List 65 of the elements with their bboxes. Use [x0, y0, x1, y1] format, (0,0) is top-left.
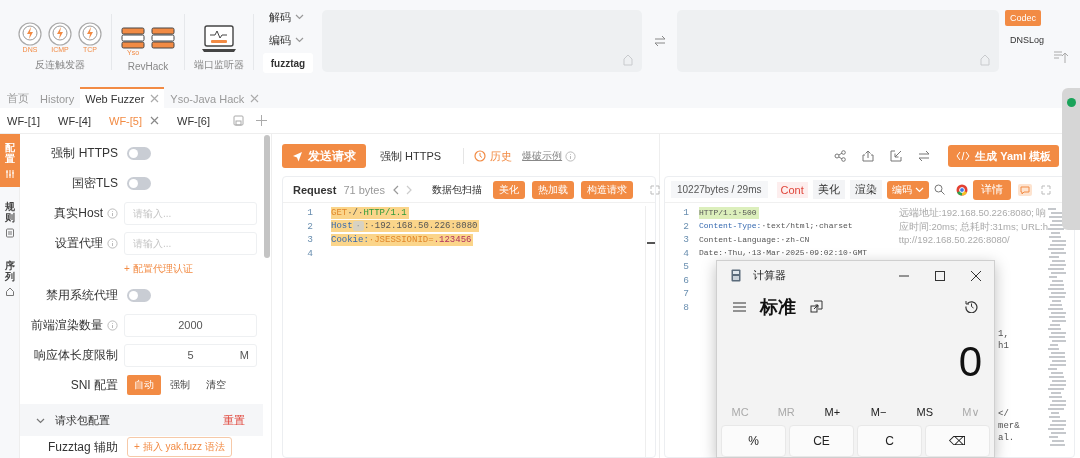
field-label: 禁用系统代理: [46, 286, 118, 304]
window-title: 计算器: [753, 268, 786, 284]
option-label: 强制 HTTPS: [380, 148, 442, 164]
line-number: 3: [306, 234, 313, 246]
field-label: 前端渲染数量: [31, 316, 103, 334]
group-label: 端口监听器: [194, 58, 244, 72]
memory-button[interactable]: MS: [901, 406, 948, 419]
memory-button[interactable]: M+: [809, 406, 856, 419]
calculator-display: 0: [958, 337, 982, 386]
code-fragment: mer&: [998, 420, 1020, 432]
input-field[interactable]: 2000: [124, 313, 257, 337]
calculator-key[interactable]: CE: [789, 425, 854, 457]
mode-title: 标准: [760, 295, 796, 319]
tab[interactable]: Web Fuzzer: [80, 87, 165, 108]
field-label: 强制 HTTPS: [51, 144, 118, 162]
side-tab[interactable]: 序列: [0, 252, 20, 305]
calculator-key[interactable]: C: [857, 425, 922, 457]
code-line: Content-Type:·text/html;·charset: [699, 220, 854, 233]
code-fragment: </: [998, 408, 1010, 420]
tab[interactable]: WF-[1]: [2, 108, 45, 133]
field-label: 响应体长度限制: [34, 346, 118, 364]
reset-link[interactable]: 重置: [223, 412, 245, 428]
calculator-key[interactable]: ⌫: [925, 425, 990, 457]
code-fragment: h1: [998, 340, 1010, 352]
view-button[interactable]: 渲染: [849, 180, 882, 199]
group-label: 反连触发器: [35, 58, 85, 72]
view-button[interactable]: 美化: [812, 180, 845, 199]
line-number: 5: [682, 261, 689, 273]
line-number: 3: [682, 234, 689, 246]
fuzztag-button[interactable]: fuzztag: [263, 53, 313, 73]
dropdown-button[interactable]: 解码: [263, 7, 313, 27]
example-link[interactable]: 爆破示例: [522, 149, 563, 163]
dropdown-button[interactable]: 编码: [263, 30, 313, 50]
view-tab[interactable]: Cont: [776, 181, 808, 198]
tab[interactable]: WF-[6]: [172, 108, 215, 133]
line-number: 7: [682, 288, 689, 300]
panel-title: Request: [293, 183, 337, 196]
tab[interactable]: WF-[4]: [53, 108, 96, 133]
code-fragment: al.: [998, 432, 1016, 444]
line-number: 1: [306, 207, 313, 219]
code-fragment: 1,: [998, 328, 1010, 340]
response-meta: 远端地址:192.168.50.226:8080; 响 应时间:20ms; 总耗时:31ms; URL:h ttp://192.168.50.226:8080/: [898, 206, 1048, 247]
side-tab[interactable]: 规则: [0, 193, 20, 246]
unit-label: M: [239, 348, 249, 362]
line-number: 4: [306, 247, 313, 259]
group-label: RevHack: [127, 61, 169, 72]
line-number: 8: [682, 301, 689, 313]
line-number: 2: [682, 220, 689, 232]
line-number: 6: [682, 274, 689, 286]
memory-button[interactable]: M−: [855, 406, 902, 419]
field-label: 设置代理: [55, 234, 103, 252]
field-label: SNI 配置: [70, 376, 118, 394]
calculator-key[interactable]: %: [721, 425, 786, 457]
byte-count: 71 bytes: [343, 183, 385, 196]
line-number: 2: [306, 220, 313, 232]
code-line: Content-Language:·zh-CN: [699, 233, 811, 246]
line-number: 4: [682, 247, 689, 259]
field-label: 真实Host: [54, 204, 103, 222]
line-number: 1: [682, 207, 689, 219]
field-label: 国密TLS: [72, 174, 118, 192]
section-header[interactable]: 请求包配置 重置: [20, 404, 263, 436]
side-button[interactable]: DNSLog: [1005, 32, 1050, 48]
code-line: Date:·Thu,·13·Mar·2025·09:02:10·GMT: [699, 247, 869, 260]
field-label: Fuzztag 辅助: [47, 438, 118, 456]
response-stats: 10227bytes / 29ms: [671, 181, 768, 198]
